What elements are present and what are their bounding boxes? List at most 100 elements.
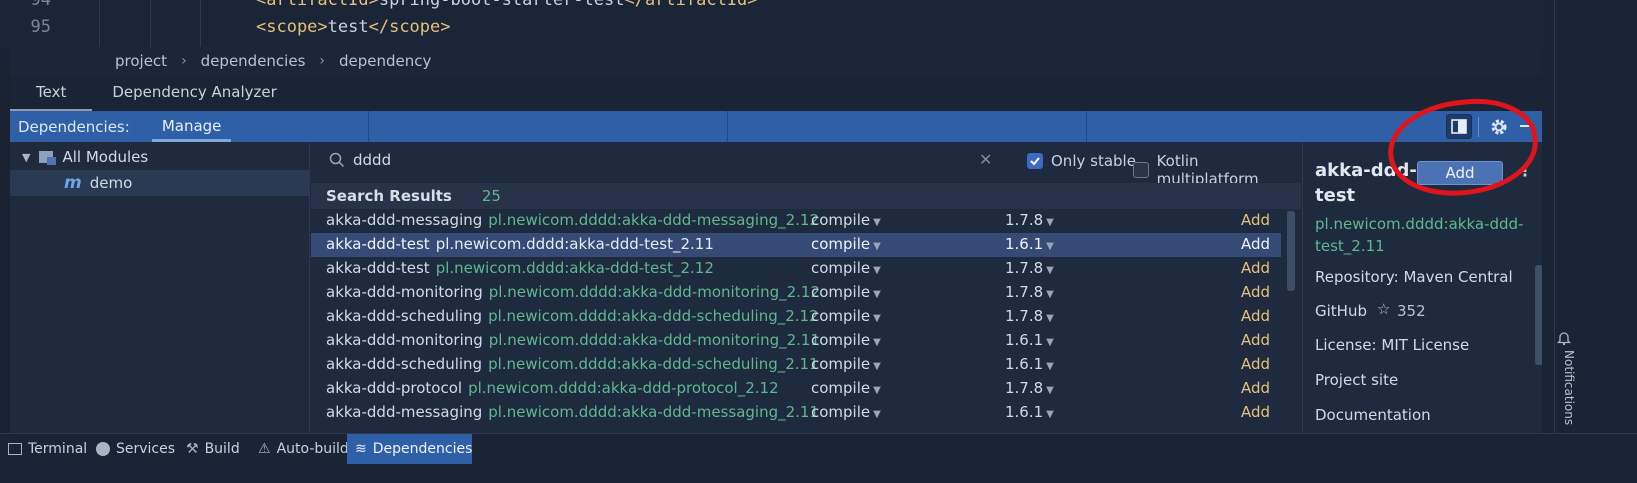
chevron-down-icon: ▼	[1046, 385, 1054, 396]
add-dependency-button[interactable]: Add	[1241, 235, 1270, 253]
only-stable-label: Only stable	[1051, 152, 1136, 170]
result-row[interactable]: akka-ddd-protocol pl.newicom.dddd:akka-dd…	[311, 377, 1281, 401]
chevron-down-icon: ▼	[1046, 217, 1054, 228]
line-number: 94	[30, 0, 51, 10]
scope-dropdown[interactable]: compile ▼	[811, 403, 881, 421]
modules-root-label: All Modules	[62, 148, 149, 166]
details-license: License: MIT License	[1315, 336, 1470, 354]
artifact-name: akka-ddd-scheduling	[326, 355, 483, 373]
scope-dropdown[interactable]: compile ▼	[811, 283, 881, 301]
add-dependency-button[interactable]: Add	[1241, 259, 1270, 277]
services-tab[interactable]: Services	[88, 434, 183, 464]
scope-dropdown[interactable]: compile ▼	[811, 211, 881, 229]
version-dropdown[interactable]: 1.7.8 ▼	[1005, 211, 1054, 229]
result-row[interactable]: akka-ddd-messaging pl.newicom.dddd:akka-d…	[311, 401, 1281, 425]
details-documentation-link[interactable]: Documentation	[1315, 406, 1431, 424]
add-dependency-button[interactable]: Add	[1241, 211, 1270, 229]
scope-dropdown[interactable]: compile ▼	[811, 379, 881, 397]
chevron-down-icon[interactable]: ▼	[22, 151, 30, 164]
artifact-coordinates: pl.newicom.dddd:akka-ddd-monitoring_2.12	[488, 283, 821, 301]
build-tab[interactable]: ⚒ Build	[178, 434, 248, 464]
version-dropdown[interactable]: 1.6.1 ▼	[1005, 403, 1054, 421]
version-dropdown[interactable]: 1.7.8 ▼	[1005, 283, 1054, 301]
result-row-selected[interactable]: akka-ddd-test pl.newicom.dddd:akka-ddd-te…	[311, 233, 1281, 257]
result-row[interactable]: akka-ddd-monitoring pl.newicom.dddd:akka-…	[311, 281, 1281, 305]
result-row[interactable]: akka-ddd-scheduling pl.newicom.dddd:akka-…	[311, 305, 1281, 329]
module-label: demo	[89, 174, 133, 192]
add-dependency-button[interactable]: Add	[1241, 331, 1270, 349]
tab-manage[interactable]: Manage	[151, 111, 232, 142]
version-dropdown[interactable]: 1.7.8 ▼	[1005, 307, 1054, 325]
add-dependency-button[interactable]: Add	[1241, 355, 1270, 373]
search-icon	[329, 152, 345, 168]
notifications-tab[interactable]: Notifications	[1560, 350, 1576, 425]
bell-icon[interactable]	[1556, 330, 1572, 346]
search-results-title: Search Results	[326, 187, 452, 205]
only-stable-option[interactable]: Only stable	[1027, 152, 1136, 170]
details-repository: Repository: Maven Central	[1315, 268, 1513, 286]
header-divider	[1086, 111, 1087, 142]
services-icon	[96, 442, 110, 456]
auto-build-tab[interactable]: ⚠ Auto-build	[250, 434, 357, 464]
modules-root[interactable]: ▼ All Modules	[10, 144, 310, 170]
version-dropdown[interactable]: 1.7.8 ▼	[1005, 379, 1054, 397]
artifact-coordinates: pl.newicom.dddd:akka-ddd-test_2.12	[435, 259, 714, 277]
scope-dropdown[interactable]: compile ▼	[811, 235, 881, 253]
module-item[interactable]: m demo	[10, 170, 310, 196]
right-tool-strip: Notifications	[1542, 0, 1637, 483]
terminal-icon	[8, 443, 22, 455]
tab-text[interactable]: Text	[10, 75, 93, 111]
details-project-site-link[interactable]: Project site	[1315, 371, 1398, 389]
terminal-tab[interactable]: Terminal	[0, 434, 95, 464]
result-row[interactable]: akka-ddd-test pl.newicom.dddd:akka-ddd-te…	[311, 257, 1281, 281]
breadcrumb-item-project[interactable]: project	[115, 52, 167, 70]
artifact-coordinates: pl.newicom.dddd:akka-ddd-protocol_2.12	[468, 379, 779, 397]
version-dropdown[interactable]: 1.7.8 ▼	[1005, 259, 1054, 277]
tab-dependency-analyzer[interactable]: Dependency Analyzer	[92, 75, 296, 111]
scope-dropdown[interactable]: compile ▼	[811, 259, 881, 277]
add-dependency-button[interactable]: Add	[1241, 283, 1270, 301]
artifact-name: akka-ddd-scheduling	[326, 307, 483, 325]
version-dropdown[interactable]: 1.6.1 ▼	[1005, 331, 1054, 349]
breadcrumb-item-dependency[interactable]: dependency	[339, 52, 431, 70]
search-input[interactable]	[353, 149, 953, 171]
dependencies-tab[interactable]: ≋ Dependencies	[347, 434, 472, 464]
add-dependency-button[interactable]: Add	[1241, 403, 1270, 421]
add-dependency-button[interactable]: Add	[1241, 307, 1270, 325]
version-dropdown[interactable]: 1.6.1 ▼	[1005, 235, 1054, 253]
toolwindow-title: Dependencies:	[18, 117, 130, 136]
header-divider	[368, 111, 369, 142]
kotlin-multiplatform-checkbox[interactable]	[1133, 162, 1149, 178]
code-line-95: <scope>test</scope>	[256, 17, 451, 37]
stack-icon: ≋	[355, 441, 367, 457]
artifact-coordinates: pl.newicom.dddd:akka-ddd-monitoring_2.11	[488, 331, 821, 349]
artifact-name: akka-ddd-protocol	[326, 379, 463, 397]
hammer-icon: ⚒	[186, 441, 199, 457]
results-scrollbar[interactable]	[1287, 211, 1295, 291]
clear-search-icon[interactable]: ✕	[979, 150, 992, 169]
artifact-coordinates: pl.newicom.dddd:akka-ddd-test_2.11	[435, 235, 714, 253]
breadcrumb-item-dependencies[interactable]: dependencies	[201, 52, 306, 70]
chevron-down-icon: ▼	[873, 337, 881, 348]
artifact-name: akka-ddd-test	[326, 259, 430, 277]
build-label: Build	[204, 441, 240, 457]
add-dependency-button[interactable]: Add	[1241, 379, 1270, 397]
scope-dropdown[interactable]: compile ▼	[811, 307, 881, 325]
result-row[interactable]: akka-ddd-scheduling pl.newicom.dddd:akka-…	[311, 353, 1281, 377]
result-row[interactable]: akka-ddd-monitoring pl.newicom.dddd:akka-…	[311, 329, 1281, 353]
scope-dropdown[interactable]: compile ▼	[811, 331, 881, 349]
code-editor[interactable]: 94 95 <artifactId>spring-boot-starter-te…	[0, 0, 1637, 47]
chevron-down-icon: ▼	[873, 265, 881, 276]
chevron-down-icon: ▼	[1046, 241, 1054, 252]
version-dropdown[interactable]: 1.6.1 ▼	[1005, 355, 1054, 373]
chevron-down-icon: ▼	[873, 361, 881, 372]
warning-icon: ⚠	[258, 441, 271, 457]
only-stable-checkbox[interactable]	[1027, 153, 1043, 169]
details-github-link[interactable]: GitHub	[1315, 302, 1367, 320]
scope-dropdown[interactable]: compile ▼	[811, 355, 881, 373]
strip-divider	[1554, 0, 1555, 483]
line-gutter: 94 95	[10, 0, 100, 47]
search-results-list: akka-ddd-messaging pl.newicom.dddd:akka-d…	[311, 209, 1281, 432]
result-row[interactable]: akka-ddd-messaging pl.newicom.dddd:akka-d…	[311, 209, 1281, 233]
line-number: 95	[30, 17, 51, 37]
